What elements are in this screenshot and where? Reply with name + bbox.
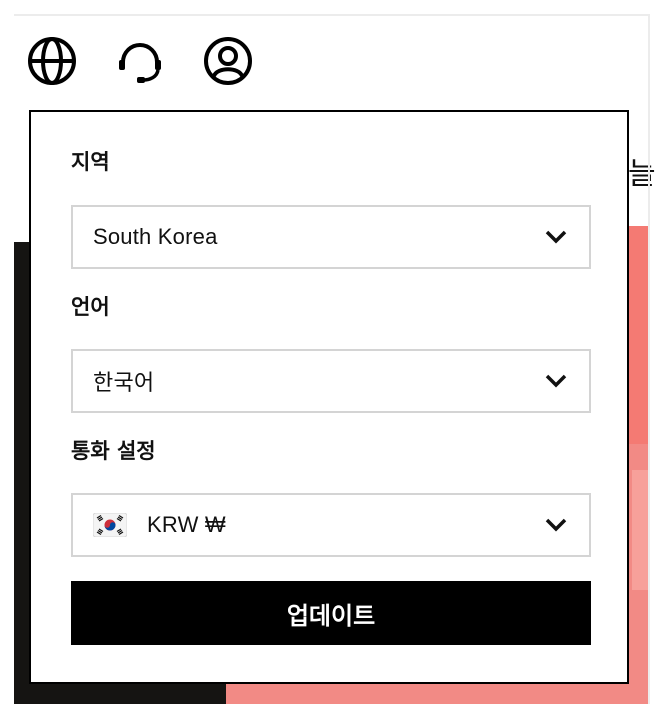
locale-settings-panel: 지역 South Korea 언어 한국어 통화 설정 KRW ₩ 업데이트: [29, 110, 629, 684]
region-value: South Korea: [93, 224, 218, 249]
language-label: 언어: [71, 295, 110, 319]
language-select[interactable]: 한국어: [71, 349, 591, 413]
globe-icon[interactable]: [26, 35, 78, 87]
region-label: 지역: [71, 150, 110, 174]
account-icon[interactable]: [202, 35, 254, 87]
currency-label: 통화 설정: [71, 439, 156, 463]
language-value: 한국어: [93, 370, 155, 395]
update-button[interactable]: 업데이트: [71, 581, 591, 645]
nav-text-fragment: 늘: [628, 157, 656, 192]
page-frame: 늘 지역 South Korea 언어 한국어 통화 설정 KRW ₩ 업데이트: [0, 0, 664, 718]
chevron-down-icon: [545, 518, 567, 532]
korea-flag-icon: [93, 513, 127, 537]
currency-value: KRW ₩: [147, 512, 226, 537]
page-edge: [648, 14, 650, 704]
header-icon-bar: [26, 34, 254, 88]
headset-icon[interactable]: [114, 35, 166, 87]
region-select[interactable]: South Korea: [71, 205, 591, 269]
chevron-down-icon: [545, 230, 567, 244]
chevron-down-icon: [545, 374, 567, 388]
currency-select[interactable]: KRW ₩: [71, 493, 591, 557]
page-edge: [14, 14, 650, 16]
